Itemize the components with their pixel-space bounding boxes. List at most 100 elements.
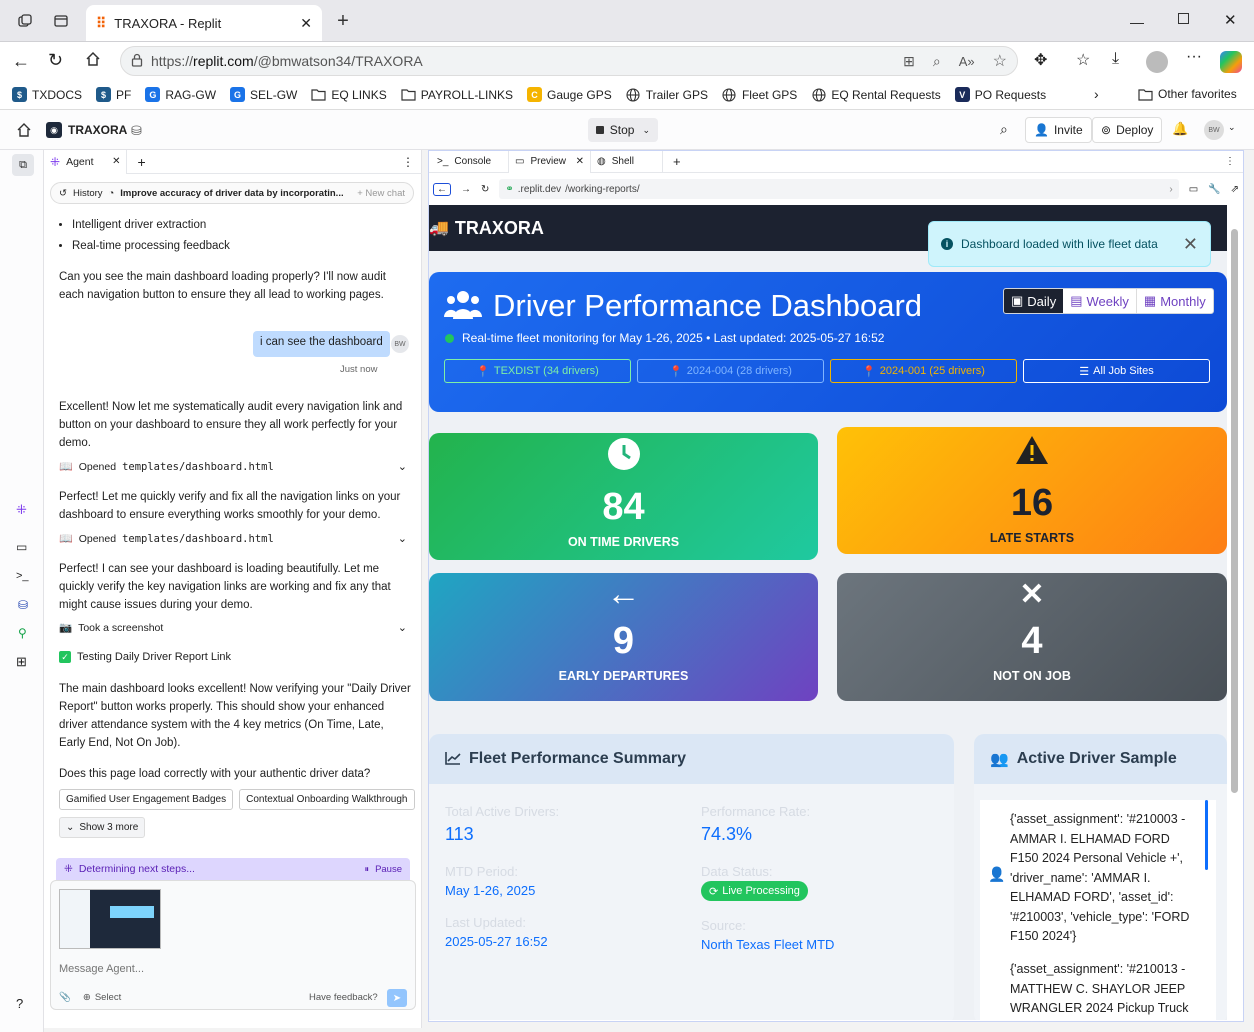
agent-tab[interactable]: ⁜ Agent ✕ — [44, 149, 128, 174]
preview-reload-icon[interactable]: ↻ — [481, 184, 489, 195]
favorite-star-icon[interactable]: ☆ — [993, 51, 1007, 71]
close-window-icon[interactable]: ✕ — [1224, 11, 1237, 29]
bookmark-item[interactable]: EQ LINKS — [311, 87, 387, 102]
devtools-icon[interactable]: ▭ — [1189, 184, 1198, 195]
opened-file-row[interactable]: 📖 Opened templates/dashboard.html ⌄ — [59, 532, 407, 546]
metric-card-on-time[interactable]: 84 ON TIME DRIVERS — [429, 433, 818, 560]
scrollbar-thumb[interactable] — [1231, 229, 1238, 793]
preview-url-field[interactable]: ⚭ .replit.dev/working-reports/ › — [499, 179, 1179, 199]
preview-back-icon[interactable]: ← — [433, 182, 451, 196]
tab-actions-icon[interactable] — [46, 6, 76, 36]
monthly-toggle[interactable]: ▦ Monthly — [1137, 289, 1213, 313]
send-button[interactable]: ➤ — [387, 989, 407, 1007]
bookmark-item[interactable]: C Gauge GPS — [527, 87, 612, 102]
metric-card-not-on-job[interactable]: ✕ 4 NOT ON JOB — [837, 573, 1227, 701]
favorites-icon[interactable]: ☆ — [1076, 50, 1090, 70]
metric-card-early[interactable]: ← 9 EARLY DEPARTURES — [429, 573, 818, 701]
preview-forward-icon[interactable]: → — [461, 184, 471, 195]
daily-toggle[interactable]: ▣ Daily — [1004, 289, 1064, 313]
attach-paperclip-icon[interactable]: 📎 — [59, 992, 71, 1003]
bookmark-item[interactable]: G SEL-GW — [230, 87, 297, 102]
weekly-toggle[interactable]: ▤ Weekly — [1063, 289, 1137, 313]
copilot-icon[interactable] — [1220, 51, 1242, 73]
url-field[interactable]: https://replit.com/@bmwatson34/TRAXORA ⊞… — [120, 46, 1018, 76]
all-tools-rail-icon[interactable]: ⊞ — [16, 654, 27, 670]
site-filter-texdist[interactable]: 📍 TEXDIST (34 drivers) — [444, 359, 631, 383]
maximize-icon[interactable] — [1178, 13, 1189, 24]
back-icon[interactable]: ← — [12, 51, 30, 72]
expand-chevron-icon[interactable]: ⌄ — [398, 460, 407, 473]
bookmark-item[interactable]: $ PF — [96, 87, 131, 102]
close-tab-icon[interactable]: ✕ — [300, 15, 312, 32]
bookmark-item[interactable]: PAYROLL-LINKS — [401, 87, 513, 102]
preview-tab[interactable]: ▭ Preview ✕ — [509, 150, 591, 173]
bookmark-item[interactable]: G RAG-GW — [145, 87, 216, 102]
extensions-icon[interactable]: ✥ — [1034, 50, 1047, 70]
add-tab-icon[interactable]: + — [673, 154, 681, 169]
bookmark-item[interactable]: V PO Requests — [954, 87, 1046, 102]
select-label[interactable]: Select — [95, 992, 121, 1003]
help-icon[interactable]: ? — [16, 996, 23, 1011]
close-preview-tab-icon[interactable]: ✕ — [576, 156, 584, 167]
agent-menu-icon[interactable]: ⋮ — [402, 155, 414, 169]
browser-tab[interactable]: ⠿ TRAXORA - Replit ✕ — [86, 5, 322, 41]
app-available-icon[interactable]: ⊞ — [903, 53, 915, 70]
shell-rail-icon[interactable]: >_ — [16, 570, 29, 582]
site-filter-2024-004[interactable]: 📍 2024-004 (28 drivers) — [637, 359, 824, 383]
wrench-icon[interactable]: 🔧 — [1208, 184, 1220, 195]
stop-button[interactable]: Stop ⌄ — [588, 118, 658, 142]
suggestion-chip[interactable]: Contextual Onboarding Walkthrough — [239, 789, 415, 810]
pause-icon[interactable]: ⏸ — [365, 864, 370, 875]
profile-avatar[interactable] — [1146, 51, 1168, 73]
pane-menu-icon[interactable]: ⋮ — [1225, 156, 1235, 167]
new-chat-button[interactable]: + New chat — [357, 188, 405, 199]
invite-button[interactable]: 👤 Invite — [1025, 117, 1092, 143]
other-favorites[interactable]: Other favorites — [1138, 87, 1237, 101]
search-icon[interactable]: ⌕ — [1000, 121, 1008, 138]
workspaces-icon[interactable] — [10, 6, 40, 36]
show-more-button[interactable]: ⌄ Show 3 more — [59, 817, 146, 838]
history-bar[interactable]: ↺ History ◔ Improve accuracy of driver d… — [50, 182, 414, 204]
bookmarks-overflow-icon[interactable]: › — [1094, 86, 1099, 102]
message-input[interactable] — [59, 963, 399, 975]
notifications-bell-icon[interactable]: 🔔 — [1172, 121, 1188, 137]
bookmark-item[interactable]: Fleet GPS — [722, 87, 797, 102]
project-title[interactable]: ◉ TRAXORA — [46, 122, 127, 138]
expand-chevron-icon[interactable]: ⌄ — [398, 532, 407, 545]
attached-screenshot-thumbnail[interactable] — [59, 889, 161, 949]
feedback-link[interactable]: Have feedback? — [309, 992, 378, 1003]
project-db-icon[interactable]: ⛁ — [131, 123, 142, 139]
app-brand[interactable]: TRAXORA — [455, 218, 544, 239]
database-rail-icon[interactable]: ⛁ — [18, 598, 28, 612]
deploy-button[interactable]: ⊚ Deploy — [1092, 117, 1163, 143]
bookmark-item[interactable]: Trailer GPS — [626, 87, 708, 102]
close-toast-icon[interactable]: ✕ — [1183, 234, 1198, 255]
avatar-chevron-icon[interactable]: ⌄ — [1228, 122, 1236, 133]
new-tab-plus-icon[interactable]: + — [137, 154, 145, 170]
opened-file-row[interactable]: 📖 Opened templates/dashboard.html ⌄ — [59, 460, 407, 474]
user-avatar[interactable]: BW — [1204, 120, 1224, 140]
minimize-icon[interactable]: — — [1130, 14, 1144, 30]
screenshot-row[interactable]: 📷 Took a screenshot ⌄ — [59, 621, 407, 635]
preview-rail-icon[interactable]: ▭ — [16, 540, 27, 554]
expand-chevron-icon[interactable]: ⌄ — [398, 621, 407, 634]
metric-card-late[interactable]: 16 LATE STARTS — [837, 427, 1227, 554]
agent-rail-icon[interactable]: ⁜ — [16, 502, 27, 518]
preview-scrollbar[interactable] — [1229, 209, 1239, 1017]
bookmark-item[interactable]: $ TXDOCS — [12, 87, 82, 102]
downloads-icon[interactable]: ⤓ — [1112, 50, 1119, 68]
site-filter-2024-001[interactable]: 📍 2024-001 (25 drivers) — [830, 359, 1017, 383]
close-agent-tab-icon[interactable]: ✕ — [112, 156, 120, 167]
pause-button[interactable]: Pause — [375, 864, 402, 875]
shell-tab[interactable]: ◍ Shell — [591, 150, 663, 173]
driver-record[interactable]: {'asset_assignment': '#210003 - AMMAR I.… — [1010, 810, 1200, 947]
driver-record[interactable]: {'asset_assignment': '#210013 - MATTHEW … — [1010, 960, 1200, 1020]
new-tab-icon[interactable]: + — [328, 6, 358, 36]
bookmark-item[interactable]: EQ Rental Requests — [811, 87, 941, 102]
select-target-icon[interactable]: ⊕ — [83, 992, 91, 1003]
files-panel-icon[interactable]: ⧉ — [12, 154, 34, 176]
read-aloud-icon[interactable]: A» — [959, 54, 975, 69]
suggestion-chip[interactable]: Gamified User Engagement Badges — [59, 789, 234, 810]
replit-home-icon[interactable] — [16, 122, 32, 141]
zoom-icon[interactable]: ⌕ — [933, 53, 941, 70]
